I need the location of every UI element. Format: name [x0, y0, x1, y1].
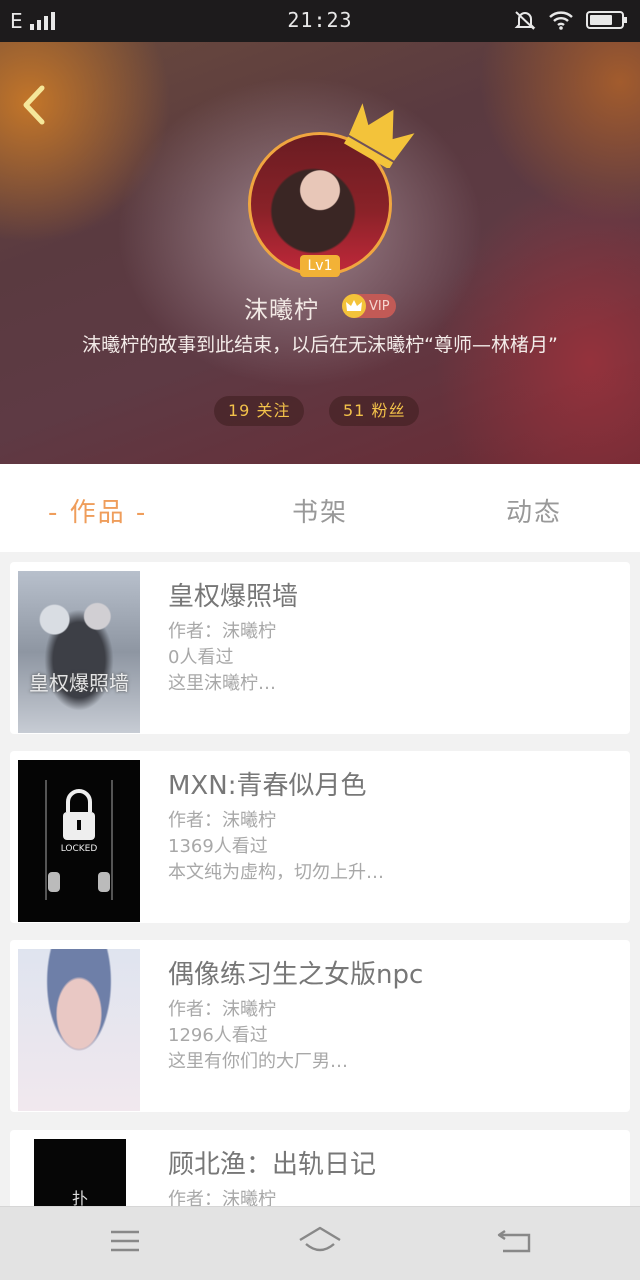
book-title: MXN:青春似月色 [168, 771, 367, 801]
wifi-icon [548, 10, 574, 34]
tab-feed[interactable]: 动态 [506, 492, 562, 529]
book-author: 作者：沫曦柠 [168, 810, 276, 831]
username: 沫曦柠 [244, 296, 319, 324]
book-author: 作者：沫曦柠 [168, 621, 276, 642]
book-cover: LOCKED [18, 760, 140, 922]
system-nav-bar [0, 1206, 640, 1280]
book-views: 0人看过 [168, 647, 234, 668]
bell-muted-icon [514, 9, 536, 35]
crown-icon [343, 98, 416, 172]
level-badge: Lv1 [300, 255, 340, 277]
book-cover: 皇权爆照墙 [18, 571, 140, 733]
home-button[interactable] [298, 1225, 342, 1261]
profile-bio: 沫曦柠的故事到此结束，以后在无沫曦柠“尊师—林楮月” [82, 334, 558, 356]
book-title: 偶像练习生之女版npc [168, 960, 424, 990]
following-count-button[interactable]: 19 关注 [214, 396, 305, 426]
vip-badge[interactable]: VIP [342, 294, 396, 318]
chevron-left-icon [20, 84, 48, 130]
book-description: 这里有你们的大厂男… [168, 1051, 348, 1072]
profile-tabs: - 作品 - 书架 动态 [0, 464, 640, 552]
book-title: 顾北渔：出轨日记 [168, 1150, 377, 1180]
lock-icon: LOCKED [45, 780, 113, 900]
book-title: 皇权爆照墙 [168, 582, 299, 612]
cover-title: 扑 [71, 1189, 88, 1206]
book-description: 本文纯为虚构，切勿上升… [168, 862, 384, 883]
back-button[interactable] [14, 82, 54, 132]
crown-icon [342, 294, 366, 318]
list-item[interactable]: 皇权爆照墙 皇权爆照墙 作者：沫曦柠 0人看过 这里沫曦柠… [10, 562, 630, 734]
list-item[interactable]: 偶像练习生之女版npc 作者：沫曦柠 1296人看过 这里有你们的大厂男… [10, 940, 630, 1112]
cover-title: LOCKED [61, 844, 98, 854]
book-views: 1296人看过 [168, 1025, 268, 1046]
book-description: 这里沫曦柠… [168, 673, 276, 694]
battery-icon [586, 10, 628, 34]
works-list: 皇权爆照墙 皇权爆照墙 作者：沫曦柠 0人看过 这里沫曦柠… LOCKED MX… [0, 552, 640, 1206]
book-views: 1369人看过 [168, 836, 268, 857]
menu-button[interactable] [105, 1225, 145, 1261]
list-item[interactable]: LOCKED MXN:青春似月色 作者：沫曦柠 1369人看过 本文纯为虚构，切… [10, 751, 630, 923]
book-author: 作者：沫曦柠 [168, 999, 276, 1020]
fans-count-button[interactable]: 51 粉丝 [329, 396, 420, 426]
book-cover [18, 949, 140, 1111]
status-icons [514, 9, 628, 35]
cover-title: 皇权爆照墙 [29, 671, 129, 695]
status-bar: E 21:23 [0, 0, 640, 42]
list-item[interactable]: 扑 顾北渔：出轨日记 作者：沫曦柠 [10, 1130, 630, 1206]
profile-header: Lv1 沫曦柠 VIP 沫曦柠的故事到此结束，以后在无沫曦柠“尊师—林楮月” 1… [0, 42, 640, 464]
tab-works[interactable]: - 作品 - [48, 492, 147, 529]
tab-bookshelf[interactable]: 书架 [292, 492, 348, 529]
book-cover: 扑 [34, 1139, 126, 1206]
home-icon [298, 1226, 342, 1260]
return-button[interactable] [495, 1225, 535, 1261]
menu-icon [109, 1228, 141, 1258]
return-icon [497, 1227, 533, 1259]
book-author: 作者：沫曦柠 [168, 1189, 276, 1206]
vip-label: VIP [369, 298, 390, 314]
